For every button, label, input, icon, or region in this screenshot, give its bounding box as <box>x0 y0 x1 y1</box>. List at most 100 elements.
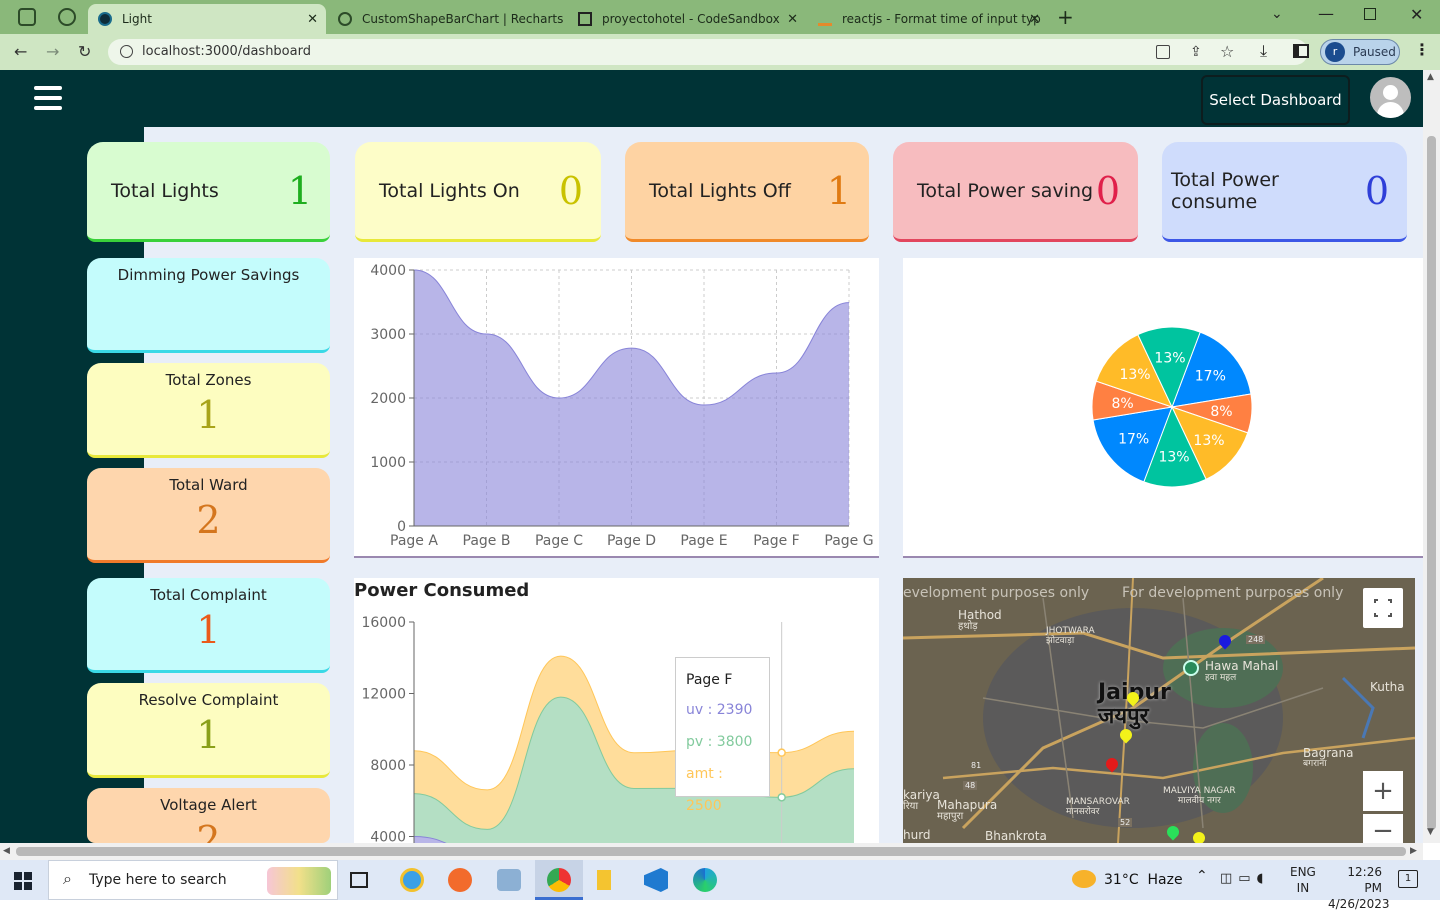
x-tick-label: Page A <box>390 533 438 549</box>
y-tick-label: 2000 <box>370 391 406 407</box>
side-card-value: 1 <box>196 713 221 757</box>
weather-text[interactable]: 31°C Haze <box>1104 872 1183 888</box>
extension-icon[interactable] <box>58 8 76 26</box>
map-place-bagrana: Bagrana बगराना <box>1303 746 1354 769</box>
vertical-scrollbar[interactable]: ▲ ▼ <box>1423 70 1440 843</box>
stat-value: 1 <box>826 168 851 213</box>
profile-button[interactable]: r Paused <box>1320 39 1400 65</box>
tray-chevron-icon[interactable]: ⌃ <box>1196 868 1208 884</box>
tab-title: CustomShapeBarChart | Recharts <box>362 12 564 26</box>
user-avatar-icon[interactable] <box>1370 77 1411 118</box>
side-card-value: 2 <box>196 498 221 542</box>
notification-icon[interactable]: 1 <box>1398 870 1418 888</box>
app-icon-files[interactable] <box>497 869 521 891</box>
road-shield: 52 <box>1118 818 1133 827</box>
tab-stackoverflow[interactable]: reactjs - Format time of input typ ✕ <box>808 4 1048 34</box>
stat-card-total-lights[interactable]: Total Lights 1 <box>87 142 330 242</box>
forward-arrow-icon[interactable]: → <box>46 42 59 61</box>
download-icon[interactable]: ⤓ <box>1260 41 1267 61</box>
map-zoom-out-button[interactable]: − <box>1363 814 1403 843</box>
close-tab-icon[interactable]: ✕ <box>307 12 318 27</box>
pie-label: 13% <box>1154 350 1185 366</box>
sidepanel-icon[interactable] <box>1293 44 1309 58</box>
map-place-jhotwara: JHOTWARA झोटवाड़ा <box>1046 626 1095 646</box>
power-consumed-panel: Power Consumed 4000 8000 12000 16000 Page F… <box>354 578 879 843</box>
close-tab-icon[interactable]: ✕ <box>787 12 798 27</box>
map-place-malviya-nagar: MALVIYA NAGAR मालवीय नगर <box>1163 786 1236 806</box>
app-icon-edge[interactable] <box>693 868 717 892</box>
app-icon-explorer[interactable] <box>597 870 611 890</box>
minus-icon: − <box>1372 816 1394 843</box>
app-icon-chrome-canary[interactable] <box>400 868 424 892</box>
x-tick-label: Page G <box>824 533 873 549</box>
react-icon <box>98 12 112 26</box>
map-place-mansarovar: MANSAROVAR मानसरोवर <box>1066 797 1130 817</box>
task-view-icon[interactable] <box>350 872 368 888</box>
minimize-icon[interactable]: — <box>1318 4 1334 23</box>
stat-card-power-saving[interactable]: Total Power saving 0 <box>893 142 1138 242</box>
clock[interactable]: 12:26 PM 4/26/2023 <box>1328 864 1390 912</box>
pie-label: 13% <box>1119 367 1150 383</box>
stat-card-lights-on[interactable]: Total Lights On 0 <box>355 142 601 242</box>
back-arrow-icon[interactable]: ← <box>14 42 27 61</box>
stat-value: 0 <box>1364 168 1389 213</box>
scroll-thumb[interactable] <box>1427 136 1436 830</box>
horizontal-scrollbar[interactable]: ◀ ▶ <box>0 843 1423 860</box>
pie-label: 8% <box>1111 396 1133 412</box>
side-card-voltage[interactable]: Voltage Alert 2 <box>87 788 330 843</box>
tab-light[interactable]: Light ✕ <box>88 4 326 34</box>
hamburger-menu-icon[interactable] <box>34 86 62 111</box>
weather-icon[interactable] <box>1072 870 1096 888</box>
landmark-pin-icon[interactable] <box>1183 660 1199 676</box>
x-tick-label: Page C <box>535 533 583 549</box>
tooltip-pv: pv : 3800 <box>686 734 753 750</box>
address-input[interactable]: localhost:3000/dashboard ⇪ ☆ <box>108 39 1308 65</box>
stat-card-power-consume[interactable]: Total Power consume 0 <box>1162 142 1407 242</box>
scroll-right-icon[interactable]: ▶ <box>1410 846 1417 856</box>
bookmark-star-icon[interactable]: ☆ <box>1220 39 1234 65</box>
language-indicator[interactable]: ENG IN <box>1290 864 1316 896</box>
side-card-dimming[interactable]: Dimming Power Savings <box>87 258 330 353</box>
close-window-icon[interactable]: ✕ <box>1410 5 1423 24</box>
tray-icons[interactable]: ◫▭◖ <box>1220 871 1269 886</box>
map-watermark: For development purposes only <box>1122 585 1344 601</box>
site-info-icon[interactable] <box>120 45 133 58</box>
map-fullscreen-button[interactable] <box>1363 588 1403 628</box>
scroll-left-icon[interactable]: ◀ <box>3 846 10 856</box>
reload-icon[interactable]: ↻ <box>78 42 91 61</box>
share-icon[interactable]: ⇪ <box>1190 39 1202 65</box>
active-dot-amt <box>777 748 786 757</box>
app-header: Select Dashboard <box>0 70 1423 127</box>
install-app-icon[interactable] <box>1156 45 1170 59</box>
map-watermark: evelopment purposes only <box>903 585 1090 601</box>
tab-recharts[interactable]: CustomShapeBarChart | Recharts <box>328 4 566 34</box>
stat-label: Total Lights Off <box>649 179 791 202</box>
browser-toolbar: ← → ↻ localhost:3000/dashboard ⇪ ☆ ⤓ r P… <box>0 34 1440 70</box>
tab-codesandbox[interactable]: proyectohotel - CodeSandbox ✕ <box>568 4 806 34</box>
taskbar-search-box[interactable]: ⌕ Type here to search <box>48 860 338 900</box>
select-dashboard-button[interactable]: Select Dashboard <box>1201 75 1350 125</box>
restore-icon[interactable] <box>1364 8 1376 20</box>
map-panel[interactable]: evelopment purposes only For development… <box>903 578 1415 843</box>
app-icon-vscode[interactable] <box>644 868 668 892</box>
stat-label: Total Power consume <box>1171 168 1279 213</box>
tab-list-chevron-icon[interactable]: ⌄ <box>1271 6 1283 22</box>
windows-start-icon[interactable] <box>14 872 32 890</box>
scroll-thumb[interactable] <box>16 847 1406 856</box>
scroll-down-icon[interactable]: ▼ <box>1427 827 1434 837</box>
app-icon-postman[interactable] <box>448 868 472 892</box>
y-tick-label: 8000 <box>370 758 406 774</box>
menu-kebab-icon[interactable]: ⋮ <box>1414 40 1430 59</box>
side-card-complaint[interactable]: Total Complaint 1 <box>87 578 330 673</box>
pie-label: 13% <box>1193 433 1224 449</box>
close-tab-icon[interactable]: ✕ <box>1029 12 1040 27</box>
side-card-zones[interactable]: Total Zones 1 <box>87 363 330 458</box>
scroll-up-icon[interactable]: ▲ <box>1427 72 1434 82</box>
side-card-resolve[interactable]: Resolve Complaint 1 <box>87 683 330 778</box>
new-tab-icon[interactable]: + <box>1057 5 1074 29</box>
map-place-mahapura: Mahapura महापुरा <box>937 798 998 822</box>
tab-search-icon[interactable] <box>18 8 36 26</box>
stat-card-lights-off[interactable]: Total Lights Off 1 <box>625 142 869 242</box>
map-zoom-in-button[interactable]: + <box>1363 771 1403 811</box>
side-card-ward[interactable]: Total Ward 2 <box>87 468 330 563</box>
